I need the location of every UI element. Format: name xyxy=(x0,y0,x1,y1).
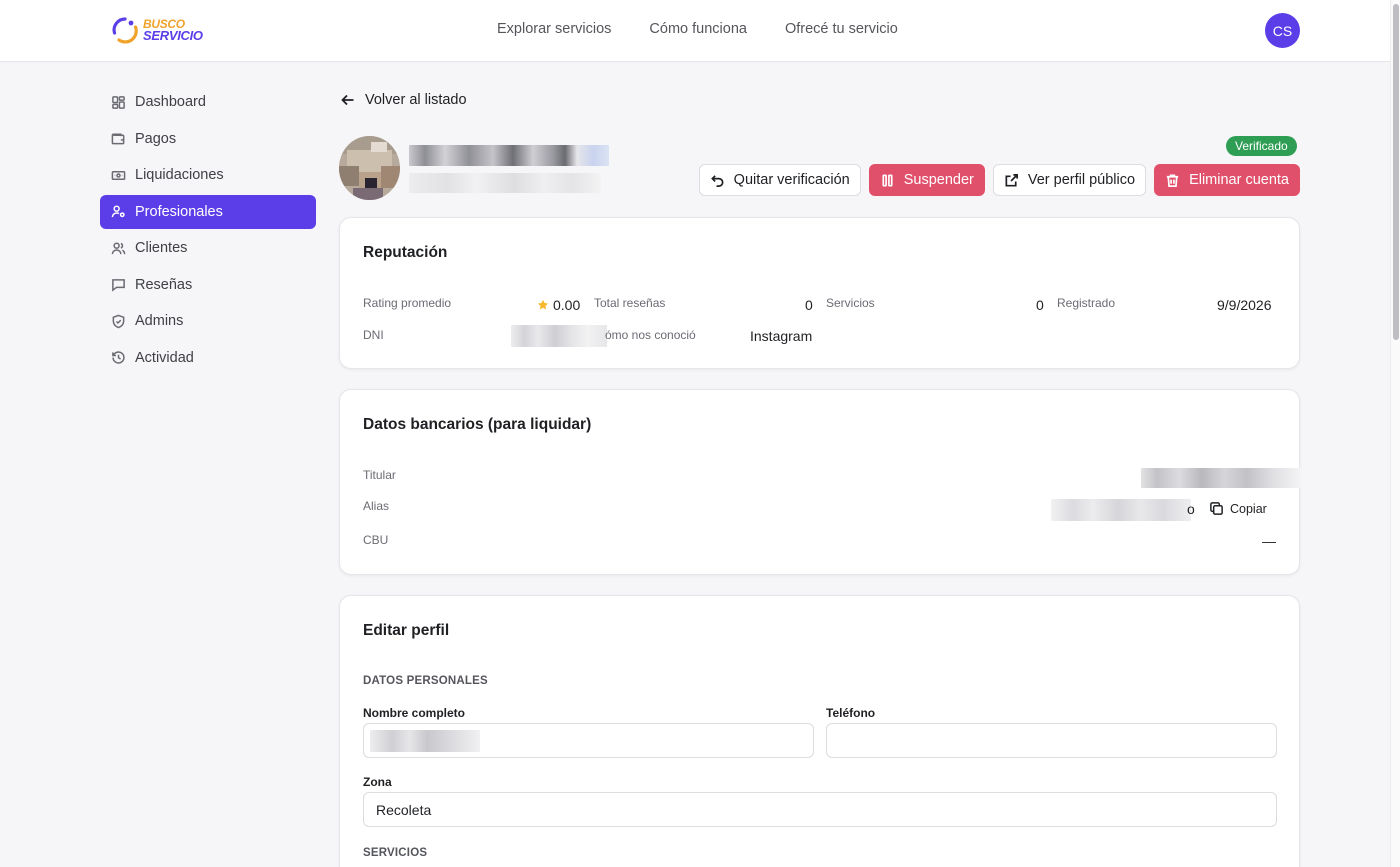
sidebar-item-label: Pagos xyxy=(135,130,177,147)
nav-explorar-servicios[interactable]: Explorar servicios xyxy=(497,21,611,37)
remove-verification-button[interactable]: Quitar verificación xyxy=(698,164,861,196)
sidebar-item-label: Liquidaciones xyxy=(135,167,224,183)
phone-input[interactable] xyxy=(826,723,1277,758)
page-scrollbar[interactable] xyxy=(1390,0,1400,867)
logo-icon xyxy=(111,16,139,44)
admin-sidebar: Dashboard Pagos Liquidaciones Profesiona… xyxy=(100,85,316,377)
dashboard-icon xyxy=(112,95,125,109)
sidebar-item-pagos[interactable]: Pagos xyxy=(100,122,316,156)
zone-label: Zona xyxy=(363,775,392,789)
scrollbar-thumb[interactable] xyxy=(1393,4,1399,340)
back-to-list-link[interactable]: Volver al listado xyxy=(341,92,467,108)
reputation-card: Reputación Rating promedio 0.00 Total re… xyxy=(339,217,1300,369)
sidebar-item-label: Admins xyxy=(135,313,184,329)
bank-details-card: Datos bancarios (para liquidar) Titular … xyxy=(339,389,1301,575)
remove-verification-label: Quitar verificación xyxy=(733,172,850,188)
wallet-icon xyxy=(111,133,125,145)
delete-account-button[interactable]: Eliminar cuenta xyxy=(1154,164,1300,196)
sidebar-item-label: Clientes xyxy=(135,240,188,256)
shield-icon xyxy=(112,314,125,328)
full-name-input[interactable] xyxy=(363,723,814,758)
copy-label: Copiar xyxy=(1230,501,1267,516)
sidebar-item-resenas[interactable]: Reseñas xyxy=(100,268,316,302)
personal-data-section-label: DATOS PERSONALES xyxy=(363,675,488,687)
copy-alias-button[interactable]: Copiar xyxy=(1209,501,1267,516)
holder-label: Titular xyxy=(363,468,396,482)
user-cog-icon xyxy=(111,205,125,218)
nav-ofrece-tu-servicio[interactable]: Ofrecé tu servicio xyxy=(785,21,898,37)
suspend-button[interactable]: Suspender xyxy=(868,164,985,196)
history-icon xyxy=(112,351,125,364)
alias-label: Alias xyxy=(363,499,390,513)
bank-details-title: Datos bancarios (para liquidar) xyxy=(363,416,592,433)
trash-icon xyxy=(1166,174,1179,187)
professional-actions: Quitar verificación Suspender Ver perfil… xyxy=(698,164,1300,196)
sidebar-item-label: Actividad xyxy=(135,349,194,366)
rating-label: Rating promedio xyxy=(363,296,452,310)
nav-como-funciona[interactable]: Cómo funciona xyxy=(649,21,747,37)
sidebar-item-label: Dashboard xyxy=(135,94,206,110)
alias-suffix: o xyxy=(1187,501,1195,517)
cbu-label: CBU xyxy=(363,533,389,547)
edit-profile-title: Editar perfil xyxy=(363,622,450,639)
alias-value-redacted xyxy=(1051,499,1191,521)
back-label: Volver al listado xyxy=(365,92,467,108)
source-value: Instagram xyxy=(750,328,813,344)
phone-label: Teléfono xyxy=(826,706,876,720)
delete-account-label: Eliminar cuenta xyxy=(1189,172,1289,188)
pause-icon xyxy=(882,174,893,186)
total-reviews-label: Total reseñas xyxy=(594,296,666,310)
edit-profile-card: Editar perfil DATOS PERSONALES Nombre co… xyxy=(339,595,1300,867)
verified-badge: Verificado xyxy=(1226,136,1297,156)
sidebar-item-profesionales[interactable]: Profesionales xyxy=(100,194,316,229)
copy-icon xyxy=(1210,502,1223,515)
sidebar-item-label: Reseñas xyxy=(135,276,193,293)
total-reviews-value: 0 xyxy=(805,297,813,313)
dni-label: DNI xyxy=(363,328,384,342)
banknote-icon xyxy=(111,170,126,180)
message-icon xyxy=(112,279,125,292)
sidebar-item-clientes[interactable]: Clientes xyxy=(100,231,316,265)
full-name-value-redacted xyxy=(370,729,480,752)
services-label: Servicios xyxy=(826,296,875,310)
brand-logo[interactable]: BUSCO SERVICIO xyxy=(111,16,203,44)
holder-value-redacted xyxy=(1141,468,1301,488)
cbu-value: — xyxy=(1262,533,1276,549)
suspend-label: Suspender xyxy=(903,172,974,188)
dni-value-redacted xyxy=(511,325,607,347)
user-avatar[interactable]: CS xyxy=(1265,13,1300,48)
services-value: 0 xyxy=(1036,297,1044,313)
registered-label: Registrado xyxy=(1057,296,1116,310)
view-public-profile-button[interactable]: Ver perfil público xyxy=(992,164,1147,196)
zone-input[interactable]: Recoleta xyxy=(363,792,1277,827)
sidebar-item-label: Profesionales xyxy=(135,203,223,220)
top-navbar: BUSCO SERVICIO Explorar servicios Cómo f… xyxy=(0,0,1390,62)
reputation-title: Reputación xyxy=(363,244,448,261)
brand-line-2: SERVICIO xyxy=(143,28,203,43)
arrow-left-icon xyxy=(341,94,354,106)
sidebar-item-admins[interactable]: Admins xyxy=(100,304,316,338)
undo-icon xyxy=(710,174,724,187)
rating-number: 0.00 xyxy=(553,297,581,313)
star-icon xyxy=(537,299,549,310)
sidebar-item-actividad[interactable]: Actividad xyxy=(100,341,316,375)
professional-avatar xyxy=(339,136,400,200)
sidebar-item-liquidaciones[interactable]: Liquidaciones xyxy=(100,158,316,192)
registered-value: 9/9/2026 xyxy=(1217,297,1272,313)
rating-value: 0.00 xyxy=(537,297,580,313)
top-nav: Explorar servicios Cómo funciona Ofrecé … xyxy=(497,21,898,37)
external-link-icon xyxy=(1005,173,1018,186)
services-section-label: SERVICIOS xyxy=(363,847,428,859)
full-name-label: Nombre completo xyxy=(363,706,466,720)
view-public-profile-label: Ver perfil público xyxy=(1027,172,1136,188)
sidebar-item-dashboard[interactable]: Dashboard xyxy=(100,85,316,119)
source-label: ómo nos conoció xyxy=(605,328,696,342)
users-icon xyxy=(111,242,126,254)
